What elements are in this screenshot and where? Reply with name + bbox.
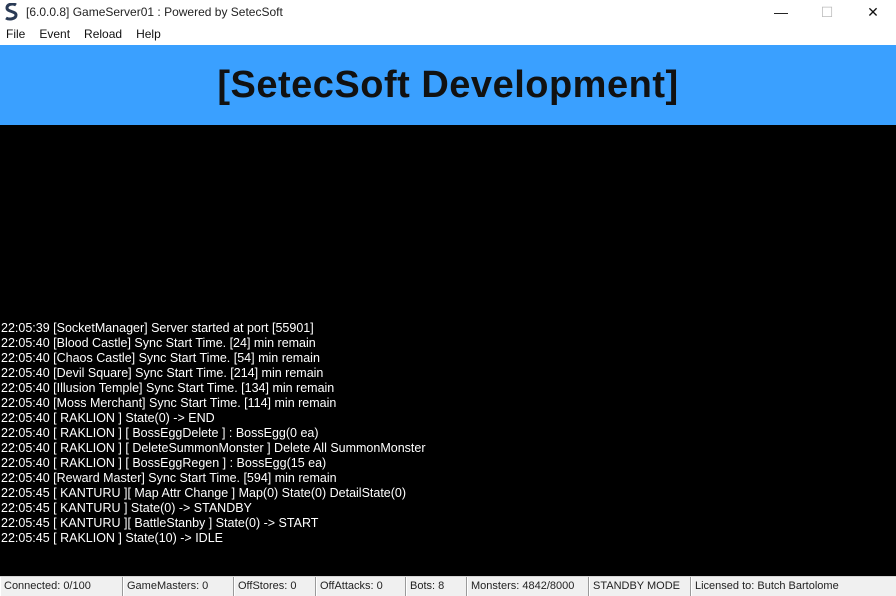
- menu-help[interactable]: Help: [129, 24, 168, 45]
- status-bots: Bots: 8: [406, 577, 467, 596]
- log-line: 22:05:40 [ RAKLION ] [ DeleteSummonMonst…: [1, 441, 426, 455]
- log-line: 22:05:40 [Reward Master] Sync Start Time…: [1, 471, 337, 485]
- title-bar[interactable]: [6.0.0.8] GameServer01 : Powered by Sete…: [0, 0, 896, 24]
- log-console[interactable]: 22:05:39 [SocketManager] Server started …: [0, 125, 896, 576]
- server-window: [6.0.0.8] GameServer01 : Powered by Sete…: [0, 0, 896, 596]
- banner: [SetecSoft Development]: [0, 45, 896, 125]
- log-line: 22:05:40 [Blood Castle] Sync Start Time.…: [1, 336, 316, 350]
- status-license: Licensed to: Butch Bartolome: [691, 577, 893, 596]
- app-logo-icon: [5, 3, 18, 21]
- status-mode: STANDBY MODE: [589, 577, 691, 596]
- window-title: [6.0.0.8] GameServer01 : Powered by Sete…: [26, 5, 283, 19]
- log-list: 22:05:39 [SocketManager] Server started …: [1, 321, 426, 546]
- log-line: 22:05:45 [ KANTURU ][ Map Attr Change ] …: [1, 486, 407, 500]
- menu-file[interactable]: File: [0, 24, 32, 45]
- status-offstores: OffStores: 0: [234, 577, 316, 596]
- status-gamemasters: GameMasters: 0: [123, 577, 234, 596]
- log-line: 22:05:45 [ KANTURU ] State(0) -> STANDBY: [1, 501, 252, 515]
- log-line: 22:05:40 [Moss Merchant] Sync Start Time…: [1, 396, 337, 410]
- log-line: 22:05:39 [SocketManager] Server started …: [1, 321, 314, 335]
- log-line: 22:05:40 [ RAKLION ] [ BossEggDelete ] :…: [1, 426, 319, 440]
- log-line: 22:05:40 [ RAKLION ] State(0) -> END: [1, 411, 215, 425]
- menu-event[interactable]: Event: [32, 24, 77, 45]
- close-button[interactable]: ✕: [850, 0, 896, 24]
- log-line: 22:05:40 [Illusion Temple] Sync Start Ti…: [1, 381, 335, 395]
- log-line: 22:05:45 [ KANTURU ][ BattleStanby ] Sta…: [1, 516, 319, 530]
- log-line: 22:05:40 [Chaos Castle] Sync Start Time.…: [1, 351, 320, 365]
- maximize-button[interactable]: ☐: [804, 0, 850, 24]
- menu-bar: File Event Reload Help: [0, 24, 896, 45]
- status-offattacks: OffAttacks: 0: [316, 577, 406, 596]
- status-bar: Connected: 0/100 GameMasters: 0 OffStore…: [0, 576, 896, 596]
- log-line: 22:05:45 [ RAKLION ] State(10) -> IDLE: [1, 531, 223, 545]
- banner-title: [SetecSoft Development]: [217, 63, 679, 106]
- log-line: 22:05:40 [ RAKLION ] [ BossEggRegen ] : …: [1, 456, 327, 470]
- status-monsters: Monsters: 4842/8000: [467, 577, 589, 596]
- menu-reload[interactable]: Reload: [77, 24, 129, 45]
- minimize-button[interactable]: —: [758, 0, 804, 24]
- log-line: 22:05:40 [Devil Square] Sync Start Time.…: [1, 366, 324, 380]
- status-connected: Connected: 0/100: [0, 577, 123, 596]
